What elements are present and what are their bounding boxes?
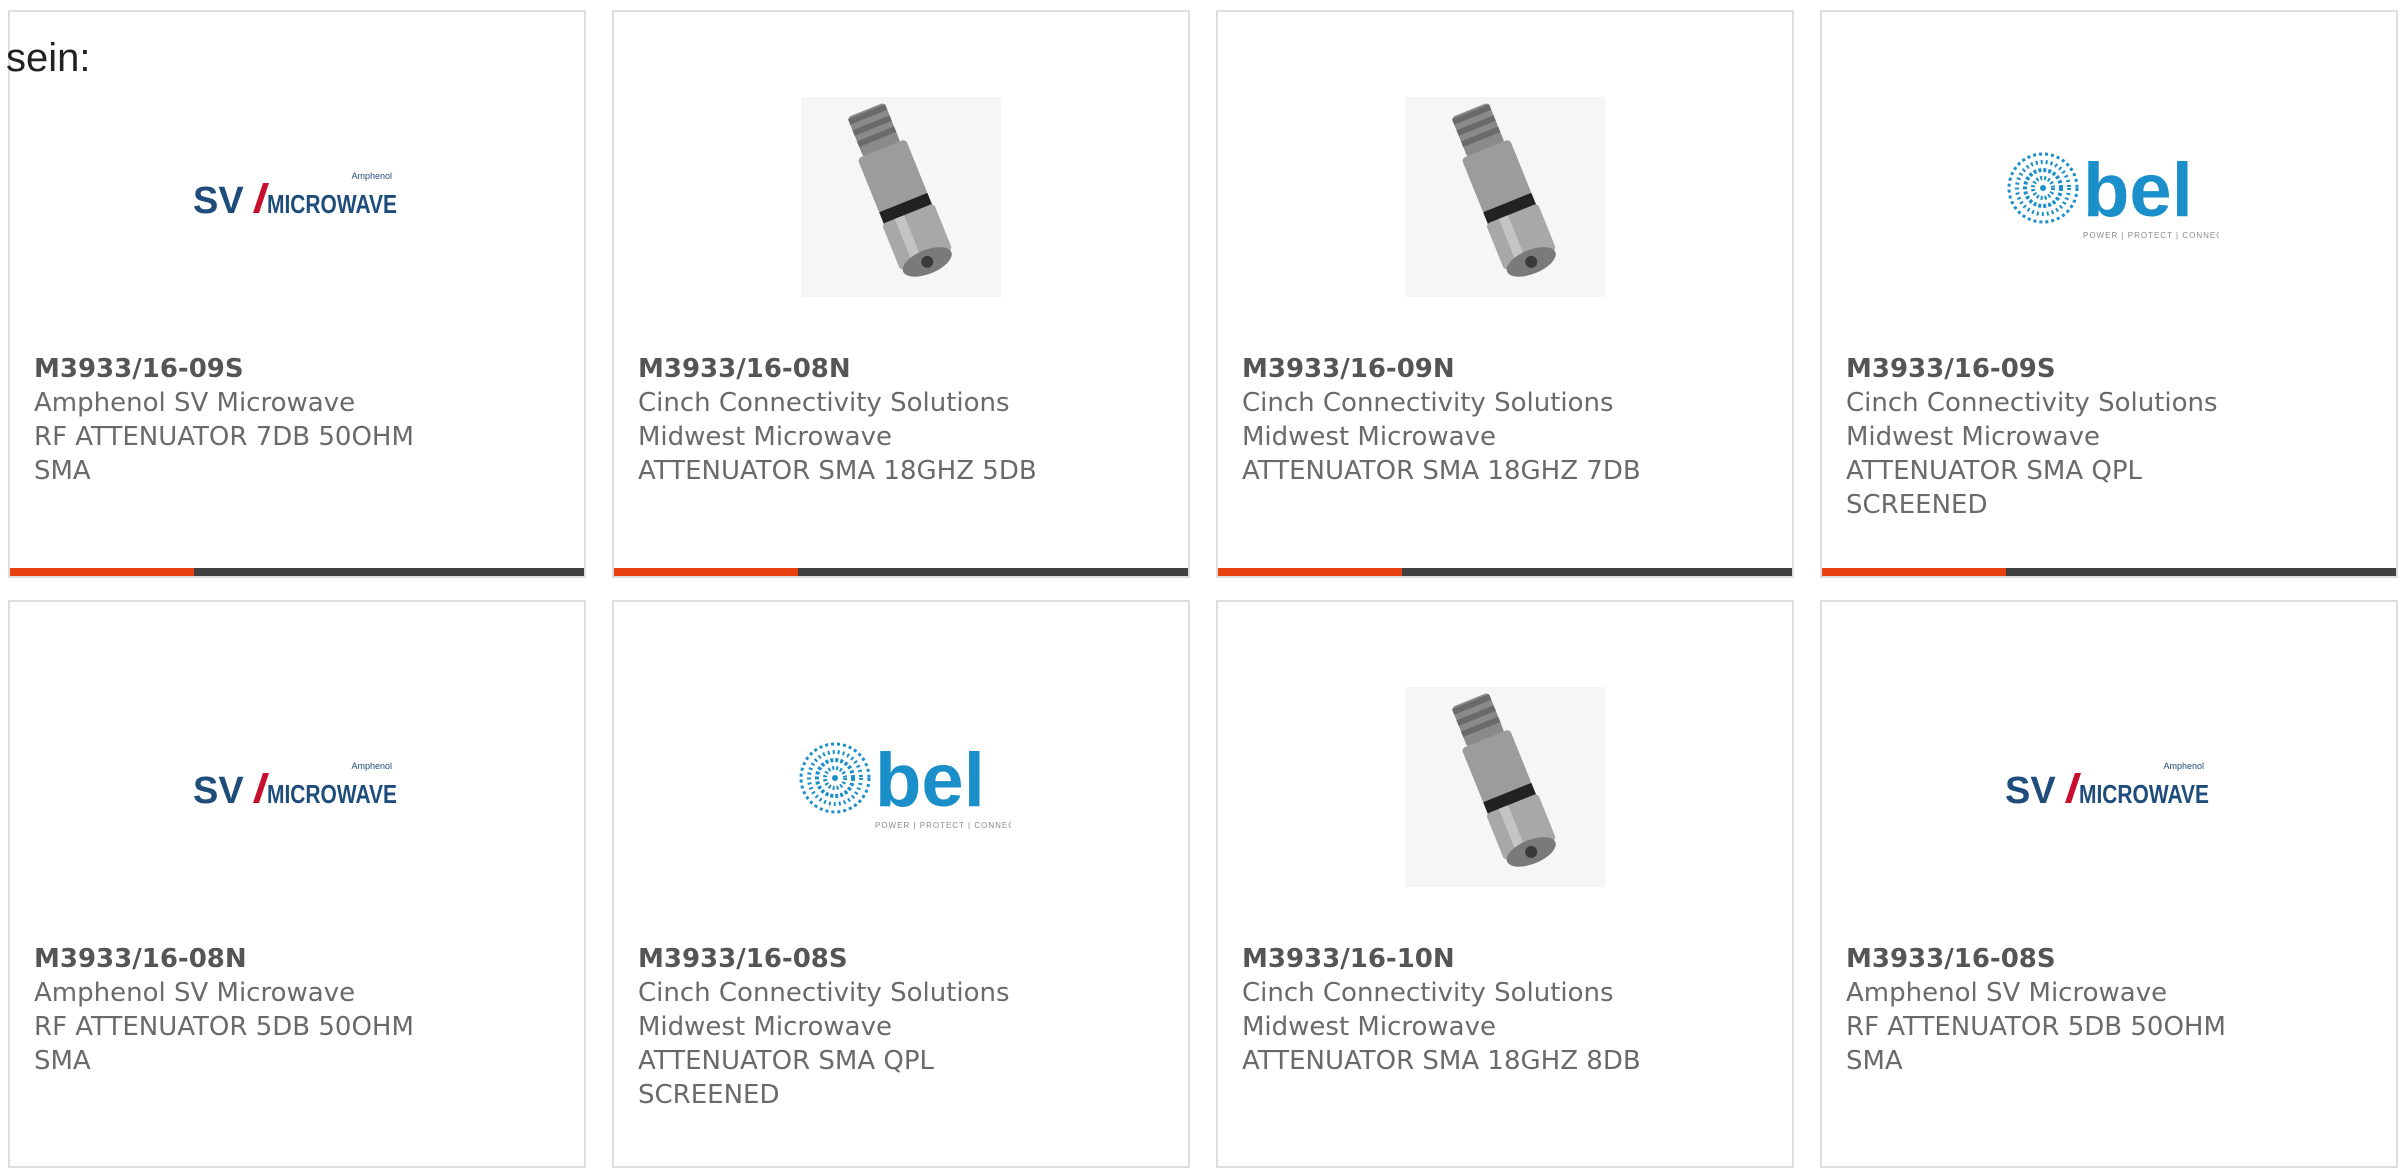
svg-text:bel: bel — [2083, 148, 2193, 233]
card-bottom-bar — [10, 568, 584, 576]
sv-microwave-logo-icon: Amphenol SV MICROWAVE — [193, 171, 397, 222]
manufacturer-name: Cinch Connectivity Solutions — [1846, 388, 2218, 418]
svg-text:MICROWAVE: MICROWAVE — [267, 189, 397, 219]
product-description: SMA — [34, 1046, 91, 1076]
part-number[interactable]: M3933/16-08N — [638, 352, 1164, 386]
manufacturer-logo-amphenol-sv: Amphenol SV MICROWAVE — [10, 672, 584, 902]
bel-logo-icon: bel POWER | PROTECT | CONNECT — [799, 738, 1011, 830]
product-card[interactable]: M3933/16-10N Cinch Connectivity Solution… — [1216, 600, 1794, 1168]
manufacturer-logo-amphenol-sv: Amphenol SV MICROWAVE — [1822, 672, 2396, 902]
manufacturer-name: Cinch Connectivity Solutions — [1242, 388, 1614, 418]
card-accent-bar — [1822, 568, 2006, 576]
product-description: Midwest Microwave — [638, 422, 892, 452]
card-accent-bar — [1218, 568, 1402, 576]
product-description: Midwest Microwave — [1242, 422, 1496, 452]
product-description: ATTENUATOR SMA 18GHZ 5DB — [638, 456, 1037, 486]
product-card[interactable]: Amphenol SV MICROWAVE M3933/16-08S Amphe… — [1820, 600, 2398, 1168]
product-image — [614, 82, 1188, 312]
product-description: SCREENED — [638, 1080, 780, 1110]
card-bottom-bar — [1822, 568, 2396, 576]
manufacturer-name: Amphenol SV Microwave — [1846, 978, 2168, 1008]
part-number[interactable]: M3933/16-09S — [1846, 352, 2372, 386]
part-number[interactable]: M3933/16-08S — [638, 942, 1164, 976]
card-accent-bar — [10, 568, 194, 576]
manufacturer-name: Cinch Connectivity Solutions — [638, 388, 1010, 418]
svg-text:POWER | PROTECT | CONNECT: POWER | PROTECT | CONNECT — [875, 821, 1011, 830]
manufacturer-name: Cinch Connectivity Solutions — [1242, 978, 1614, 1008]
manufacturer-logo-amphenol-sv: Amphenol SV MICROWAVE — [10, 82, 584, 312]
part-number[interactable]: M3933/16-09N — [1242, 352, 1768, 386]
product-card[interactable]: Amphenol SV MICROWAVE M3933/16-08N Amphe… — [8, 600, 586, 1168]
product-description: RF ATTENUATOR 7DB 50OHM — [34, 422, 414, 452]
card-bottom-bar — [614, 568, 1188, 576]
manufacturer-name: Amphenol SV Microwave — [34, 978, 356, 1008]
manufacturer-name: Cinch Connectivity Solutions — [638, 978, 1010, 1008]
product-description: SMA — [34, 456, 91, 486]
product-description: Midwest Microwave — [1846, 422, 2100, 452]
product-card[interactable]: M3933/16-08N Cinch Connectivity Solution… — [612, 10, 1190, 578]
sv-microwave-logo-icon: Amphenol SV MICROWAVE — [193, 761, 397, 812]
attenuator-photo-icon — [1405, 687, 1605, 887]
intro-text: sein: — [6, 36, 91, 80]
product-image — [1218, 672, 1792, 902]
manufacturer-name: Amphenol SV Microwave — [34, 388, 356, 418]
product-description: SMA — [1846, 1046, 1903, 1076]
svg-text:bel: bel — [875, 738, 985, 823]
svg-text:Amphenol: Amphenol — [351, 171, 392, 181]
part-number[interactable]: M3933/16-10N — [1242, 942, 1768, 976]
manufacturer-logo-bel: bel POWER | PROTECT | CONNECT — [1822, 82, 2396, 312]
svg-text:MICROWAVE: MICROWAVE — [2079, 779, 2209, 809]
part-number[interactable]: M3933/16-08S — [1846, 942, 2372, 976]
product-card[interactable]: Amphenol SV MICROWAVE M3933/16-09S Amphe… — [8, 10, 586, 578]
product-card[interactable]: M3933/16-09N Cinch Connectivity Solution… — [1216, 10, 1794, 578]
product-description: RF ATTENUATOR 5DB 50OHM — [1846, 1012, 2226, 1042]
product-card[interactable]: bel POWER | PROTECT | CONNECT M3933/16-0… — [1820, 10, 2398, 578]
product-description: RF ATTENUATOR 5DB 50OHM — [34, 1012, 414, 1042]
svg-text:SV: SV — [193, 180, 244, 222]
sv-microwave-logo-icon: Amphenol SV MICROWAVE — [2005, 761, 2209, 812]
bel-logo-icon: bel POWER | PROTECT | CONNECT — [2007, 148, 2219, 240]
attenuator-photo-icon — [1405, 97, 1605, 297]
card-accent-bar — [614, 568, 798, 576]
product-description: Midwest Microwave — [638, 1012, 892, 1042]
product-description: ATTENUATOR SMA QPL — [638, 1046, 935, 1076]
svg-text:Amphenol: Amphenol — [2163, 761, 2204, 771]
attenuator-photo-icon — [801, 97, 1001, 297]
svg-text:SV: SV — [2005, 770, 2056, 812]
product-description: SCREENED — [1846, 490, 1988, 520]
product-description: ATTENUATOR SMA QPL — [1846, 456, 2143, 486]
product-description: ATTENUATOR SMA 18GHZ 8DB — [1242, 1046, 1641, 1076]
card-bottom-bar — [1218, 568, 1792, 576]
manufacturer-logo-bel: bel POWER | PROTECT | CONNECT — [614, 672, 1188, 902]
part-number[interactable]: M3933/16-09S — [34, 352, 560, 386]
svg-text:Amphenol: Amphenol — [351, 761, 392, 771]
product-image — [1218, 82, 1792, 312]
svg-text:SV: SV — [193, 770, 244, 812]
part-number[interactable]: M3933/16-08N — [34, 942, 560, 976]
product-description: ATTENUATOR SMA 18GHZ 7DB — [1242, 456, 1641, 486]
product-card[interactable]: bel POWER | PROTECT | CONNECT M3933/16-0… — [612, 600, 1190, 1168]
svg-text:POWER | PROTECT | CONNECT: POWER | PROTECT | CONNECT — [2083, 231, 2219, 240]
product-description: Midwest Microwave — [1242, 1012, 1496, 1042]
svg-text:MICROWAVE: MICROWAVE — [267, 779, 397, 809]
